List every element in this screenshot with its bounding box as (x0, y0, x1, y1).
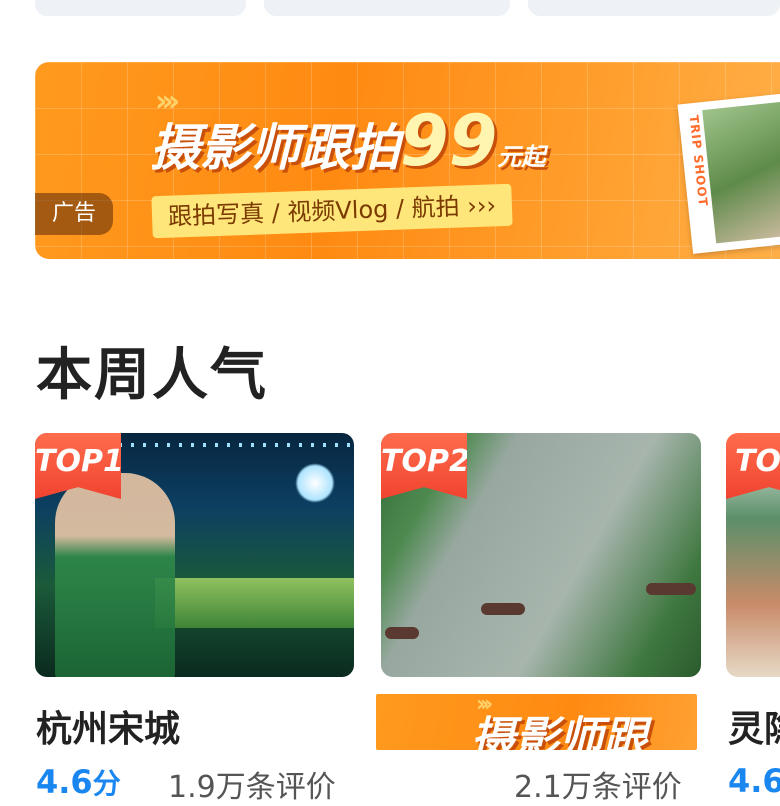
rating-score: 4.6分 (36, 762, 121, 802)
review-count: 2.1万条评价 (514, 770, 682, 805)
card-title[interactable]: 杭州宋城 (36, 700, 180, 752)
moon-decoration (295, 463, 335, 503)
floating-ad-banner[interactable]: ››› 摄影师跟 (376, 694, 697, 750)
mini-banner-text: 摄影师跟 (471, 713, 647, 750)
photo-image (702, 100, 780, 244)
category-tab-1[interactable] (35, 0, 246, 16)
boat-decoration (385, 627, 419, 639)
rank-badge: TOP2 (381, 433, 467, 499)
banner-price: 99 (400, 100, 498, 182)
rating-unit: 分 (92, 767, 121, 800)
dancer-figure (55, 473, 175, 677)
card-image-river[interactable]: TOP2 (381, 433, 701, 677)
boat-decoration (481, 603, 525, 615)
banner-price-suffix: 元起 (497, 143, 546, 171)
category-tab-2[interactable] (264, 0, 510, 16)
category-tab-3[interactable] (528, 0, 780, 16)
rating-value: 4.6 (36, 763, 93, 801)
rating-score: 4.6 (728, 762, 780, 800)
ad-label: 广告 (35, 193, 113, 235)
banner-headline-main: 摄影师跟拍 (150, 119, 400, 177)
photographer-ad-banner[interactable]: ››› 摄影师跟拍99元起 跟拍写真 / 视频Vlog / 航拍 ››› TRI… (35, 62, 780, 259)
review-count: 1.9万条评价 (168, 770, 336, 805)
rank-badge: TOP (726, 433, 780, 499)
card-image-songcheng[interactable]: TOP1 (35, 433, 354, 677)
trip-shoot-photo: TRIP SHOOT (677, 92, 780, 254)
boat-decoration (646, 583, 696, 595)
banner-headline: 摄影师跟拍99元起 (150, 100, 545, 182)
section-title: 本周人气 (36, 343, 268, 408)
stage-decoration (155, 578, 354, 628)
stage-lights-decoration (95, 443, 354, 447)
card-title[interactable]: 灵隐 (728, 700, 780, 752)
card-image-lingyin[interactable]: TOP (726, 433, 780, 677)
